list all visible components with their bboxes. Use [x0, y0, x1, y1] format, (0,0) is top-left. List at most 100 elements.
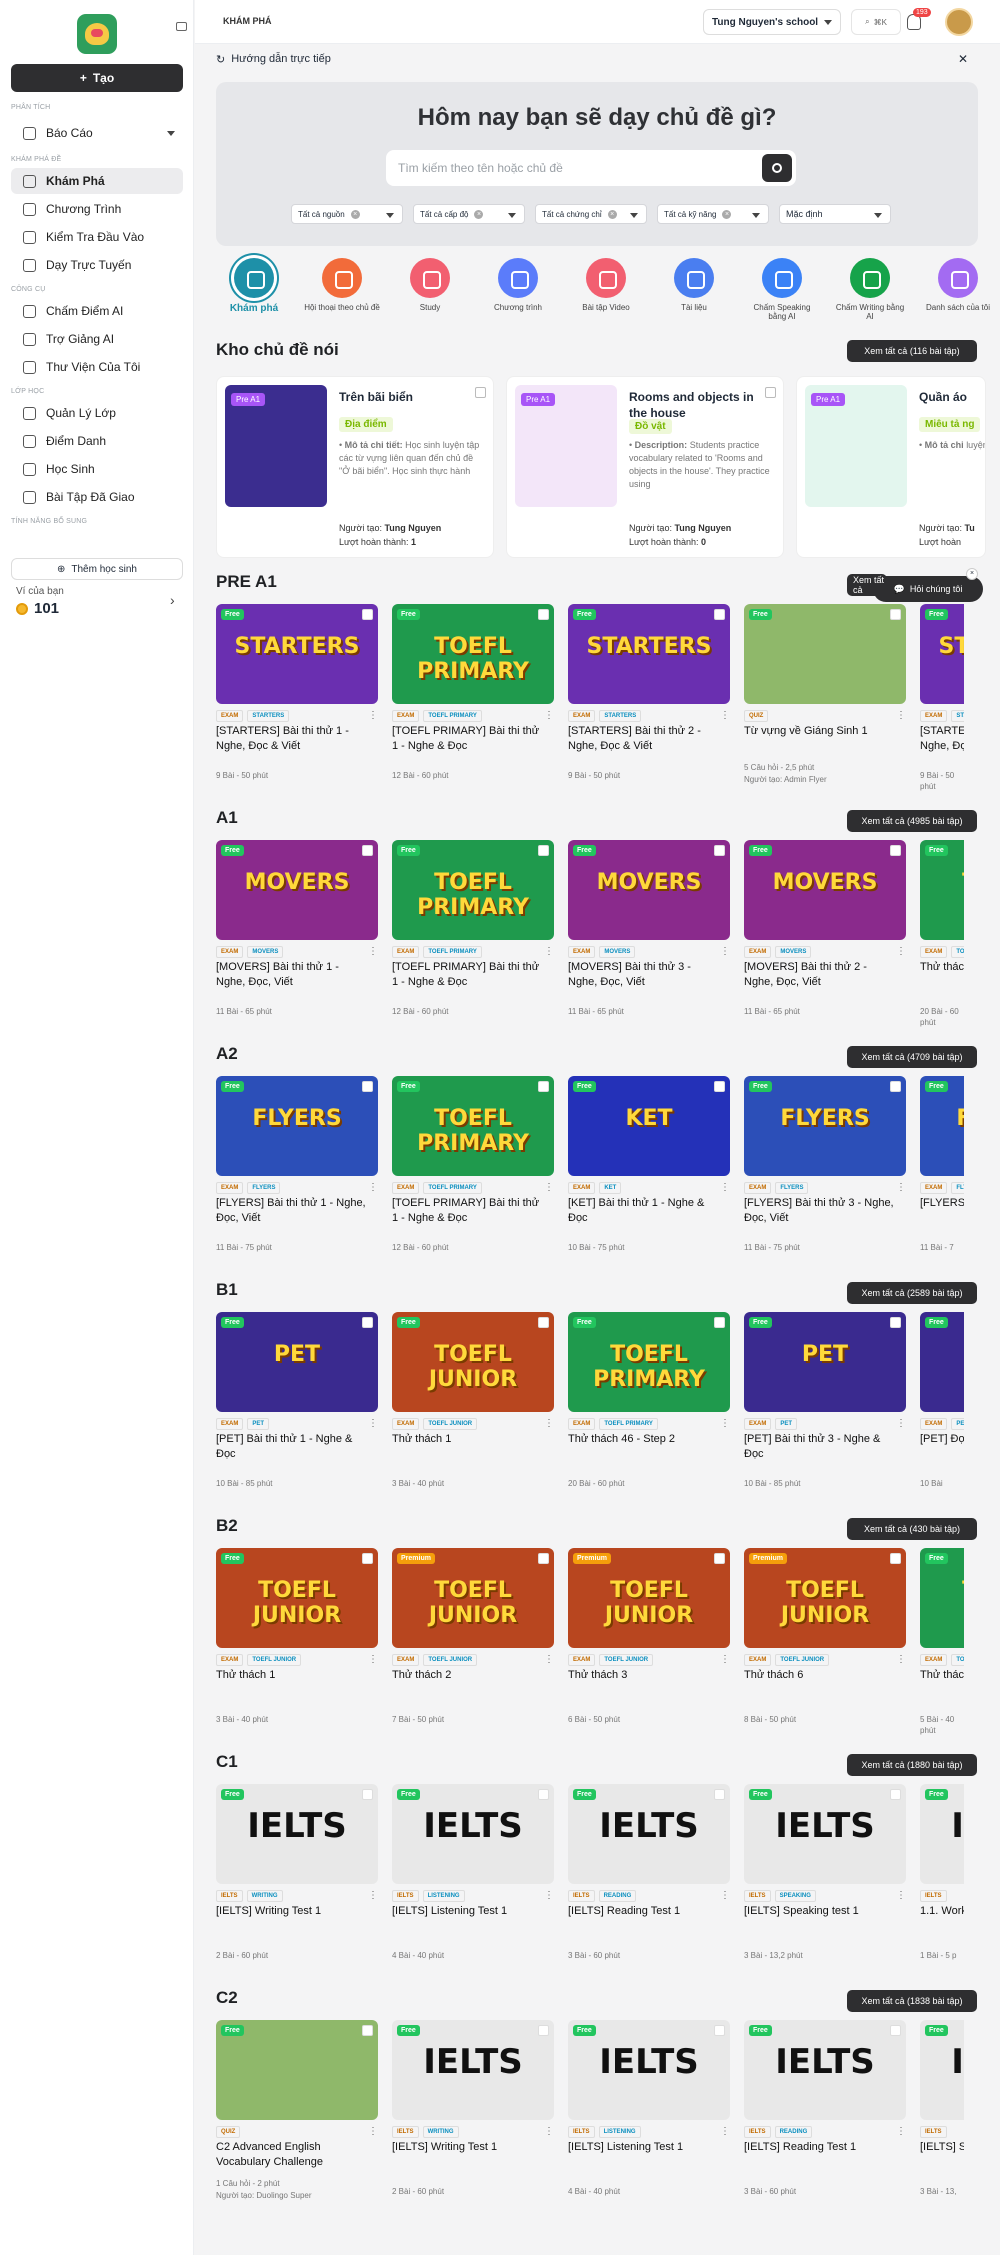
category-explore[interactable]: Khám phá — [216, 258, 292, 314]
more-options-icon[interactable]: ⋮ — [368, 1182, 378, 1193]
select-checkbox[interactable] — [714, 1789, 725, 1800]
course-card[interactable]: STARTERSFreeEXAMSTARTERS⋮[STARTERS] Bài … — [212, 598, 378, 808]
select-checkbox[interactable] — [475, 387, 486, 398]
course-card[interactable]: PET Free EXAM PET ⋮ [PET] Bài thi thử 3 - Ngh… — [740, 1306, 906, 1516]
more-options-icon[interactable]: ⋮ — [720, 1654, 730, 1665]
course-card[interactable]: STARTERSFreeEXAMSTARTERS⋮[STARTERS] Bài … — [916, 598, 964, 808]
more-options-icon[interactable]: ⋮ — [544, 710, 554, 721]
more-options-icon[interactable]: ⋮ — [720, 710, 730, 721]
course-card[interactable]: TOEFL PRIMARY Free EXAM TOEFL PRIMARY ⋮ [TOEF… — [388, 598, 554, 808]
more-options-icon[interactable]: ⋮ — [368, 946, 378, 957]
course-card[interactable]: FLYERS Free EXAM FLYERS ⋮ [FLYERS] Bài thi th… — [212, 1070, 378, 1280]
select-checkbox[interactable] — [538, 1317, 549, 1328]
more-options-icon[interactable]: ⋮ — [720, 1890, 730, 1901]
filter-source[interactable]: Tất cả nguồn × — [291, 204, 403, 224]
more-options-icon[interactable]: ⋮ — [720, 1182, 730, 1193]
course-card[interactable]: MOVERS Free EXAM MOVERS ⋮ [MOVERS] Bài thi th… — [564, 834, 730, 1044]
course-card[interactable]: TOEFL JUNIOR Free EXAM TOEFL JUNIOR ⋮ Thử thá… — [212, 1542, 378, 1752]
more-options-icon[interactable]: ⋮ — [544, 1182, 554, 1193]
course-card[interactable]: TOEFL JUNIOR Premium EXAM TOEFL JUNIOR ⋮ Thử … — [740, 1542, 906, 1752]
select-checkbox[interactable] — [765, 387, 776, 398]
select-checkbox[interactable] — [890, 609, 901, 620]
more-options-icon[interactable]: ⋮ — [368, 1654, 378, 1665]
sidebar-item-my-library[interactable]: Thư Viện Của Tôi — [11, 354, 183, 380]
live-guide-bar[interactable]: ↻ Hướng dẫn trực tiếp ✕ — [216, 48, 978, 70]
more-options-icon[interactable]: ⋮ — [544, 2126, 554, 2137]
course-card[interactable]: TOEFL JUNIOR Premium EXAM TOEFL JUNIOR ⋮ Thử … — [388, 1542, 554, 1752]
more-options-icon[interactable]: ⋮ — [896, 710, 906, 721]
select-checkbox[interactable] — [362, 1317, 373, 1328]
sidebar-item-report[interactable]: Báo Cáo — [11, 120, 183, 146]
add-student-button[interactable]: ⊕ Thêm học sinh — [11, 558, 183, 580]
course-card[interactable]: KET Free EXAM KET ⋮ [KET] Bài thi thử 1 - Ngh… — [564, 1070, 730, 1280]
sidebar-item-class-management[interactable]: Quản Lý Lớp — [11, 400, 183, 426]
course-card[interactable]: IELTS Free IELTS READING ⋮ [IELTS] Reading Te… — [564, 1778, 730, 1988]
clear-icon[interactable]: × — [722, 209, 732, 219]
course-card[interactable]: TOEFL PRIMARY Free EXAM TOEFL PRIMARY ⋮ Thử t… — [564, 1306, 730, 1516]
category-topic-conversation[interactable]: Hội thoại theo chủ đề — [304, 258, 380, 312]
select-checkbox[interactable] — [538, 845, 549, 856]
course-card[interactable]: FLYERSFreeEXAMFLYERS⋮[FLYERS] Nghe, Đọc1… — [916, 1070, 964, 1280]
sort-select[interactable]: Mặc định — [779, 204, 891, 224]
select-checkbox[interactable] — [362, 1789, 373, 1800]
course-card[interactable]: IELTSFreeIELTS⋮1.1. Work1 Bài - 5 p — [916, 1778, 964, 1988]
course-card[interactable]: TOEFL PRIMARY Free EXAM TOEFL PRIMARY ⋮ [TOEF… — [388, 1070, 554, 1280]
sidebar-item-attendance[interactable]: Điểm Danh — [11, 428, 183, 454]
more-options-icon[interactable]: ⋮ — [720, 946, 730, 957]
sidebar-item-ai-grading[interactable]: Chấm Điểm AI — [11, 298, 183, 324]
more-options-icon[interactable]: ⋮ — [720, 2126, 730, 2137]
chevron-right-icon[interactable]: › — [170, 592, 175, 608]
select-checkbox[interactable] — [538, 1081, 549, 1092]
more-options-icon[interactable]: ⋮ — [896, 2126, 906, 2137]
course-card[interactable]: TOEFLFreeEXAMTOEFL⋮Thử thách5 Bài - 40 p… — [916, 1542, 964, 1752]
course-card[interactable]: Free QUIZ ⋮ C2 Advanced English Vocabulary … — [212, 2014, 378, 2224]
course-card[interactable]: MOVERS Free EXAM MOVERS ⋮ [MOVERS] Bài thi th… — [212, 834, 378, 1044]
select-checkbox[interactable] — [538, 2025, 549, 2036]
clear-icon[interactable]: × — [474, 209, 484, 219]
app-logo[interactable] — [77, 14, 117, 54]
filter-level[interactable]: Tất cả cấp độ × — [413, 204, 525, 224]
topic-card[interactable]: Pre A1 Quần áo Miêu tả ng • Mô tả chi luyện… — [796, 376, 986, 558]
category-document[interactable]: Tài liệu — [656, 258, 732, 312]
sidebar-item-online-teaching[interactable]: Dạy Trực Tuyến — [11, 252, 183, 278]
select-checkbox[interactable] — [538, 1553, 549, 1564]
select-checkbox[interactable] — [890, 2025, 901, 2036]
create-button[interactable]: + Tạo — [11, 64, 183, 92]
select-checkbox[interactable] — [362, 1081, 373, 1092]
course-card[interactable]: TOEFL PRIMARY Free EXAM TOEFL PRIMARY ⋮ [TOEF… — [388, 834, 554, 1044]
category-program[interactable]: Chương trình — [480, 258, 556, 312]
more-options-icon[interactable]: ⋮ — [544, 946, 554, 957]
see-all-topics-button[interactable]: Xem tất cả (116 bài tập) — [847, 340, 977, 362]
category-ai-writing[interactable]: Chấm Writing bằng AI — [832, 258, 908, 321]
course-card[interactable]: PET Free EXAM PET ⋮ [PET] Bài thi thử 1 - Ngh… — [212, 1306, 378, 1516]
more-options-icon[interactable]: ⋮ — [896, 1890, 906, 1901]
select-checkbox[interactable] — [538, 1789, 549, 1800]
filter-certificate[interactable]: Tất cả chứng chỉ × — [535, 204, 647, 224]
wallet-balance[interactable]: 101 — [16, 600, 59, 617]
see-all-button[interactable]: Xem tất cả (4985 bài tập) — [847, 810, 977, 832]
more-options-icon[interactable]: ⋮ — [544, 1890, 554, 1901]
search-button[interactable] — [762, 154, 792, 182]
filter-skill[interactable]: Tất cả kỹ năng × — [657, 204, 769, 224]
more-options-icon[interactable]: ⋮ — [368, 1890, 378, 1901]
course-card[interactable]: IELTS Free IELTS LISTENING ⋮ [IELTS] Listenin… — [388, 1778, 554, 1988]
select-checkbox[interactable] — [362, 609, 373, 620]
course-card[interactable]: TOEFL JUNIOR Free EXAM TOEFL JUNIOR ⋮ Thử thá… — [388, 1306, 554, 1516]
more-options-icon[interactable]: ⋮ — [896, 1418, 906, 1429]
topic-card[interactable]: Pre A1 Rooms and objects in the house Đồ v… — [506, 376, 784, 558]
close-icon[interactable]: ✕ — [958, 52, 968, 66]
more-options-icon[interactable]: ⋮ — [720, 1418, 730, 1429]
category-ai-speaking[interactable]: Chấm Speaking bằng AI — [744, 258, 820, 321]
select-checkbox[interactable] — [714, 845, 725, 856]
sidebar-item-ai-assistant[interactable]: Trợ Giảng AI — [11, 326, 183, 352]
sidebar-collapse-icon[interactable] — [176, 22, 187, 31]
sidebar-item-assigned[interactable]: Bài Tập Đã Giao — [11, 484, 183, 510]
select-checkbox[interactable] — [714, 1081, 725, 1092]
course-card[interactable]: STARTERSFreeEXAMSTARTERS⋮[STARTERS] Bài … — [564, 598, 730, 808]
select-checkbox[interactable] — [890, 845, 901, 856]
course-card[interactable]: PETFreeEXAMPET⋮[PET] Đọc10 Bài — [916, 1306, 964, 1516]
more-options-icon[interactable]: ⋮ — [896, 946, 906, 957]
course-card[interactable]: IELTS Free IELTS WRITING ⋮ [IELTS] Writing Te… — [212, 1778, 378, 1988]
course-card[interactable]: TOEFL JUNIOR Premium EXAM TOEFL JUNIOR ⋮ Thử … — [564, 1542, 730, 1752]
course-card[interactable]: IELTS Free IELTS WRITING ⋮ [IELTS] Writing Te… — [388, 2014, 554, 2224]
